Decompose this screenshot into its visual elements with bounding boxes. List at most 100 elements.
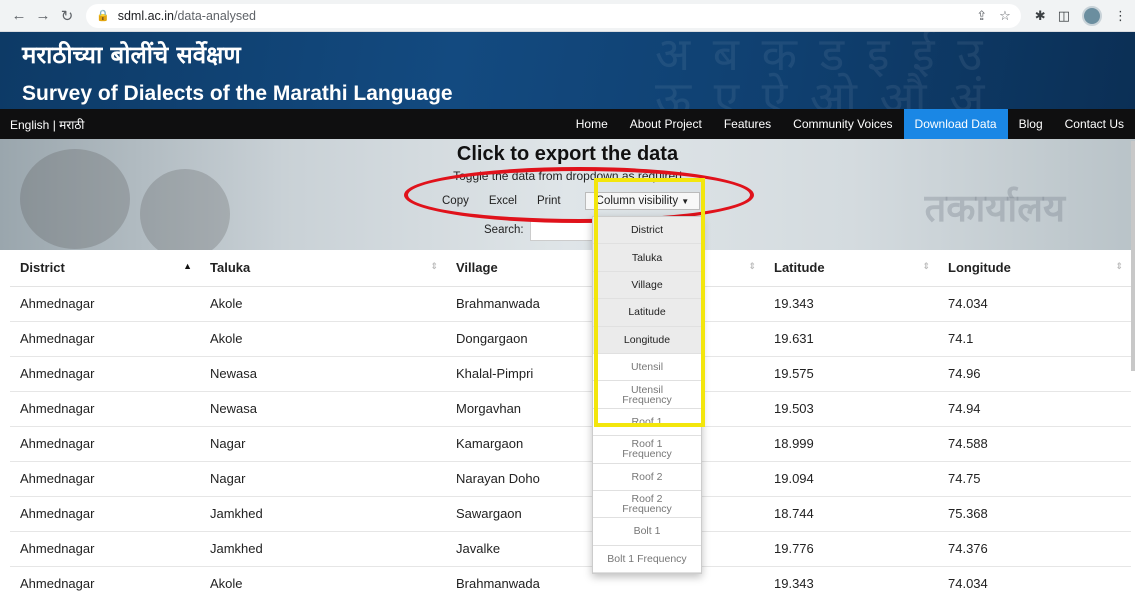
cell-latitude: 19.343: [764, 565, 938, 601]
header-village[interactable]: Village: [446, 250, 574, 287]
option-label: Bolt 1 Frequency: [607, 552, 687, 565]
cell-village: Morgavhan: [446, 390, 574, 426]
cell-district: Ahmednagar: [10, 565, 200, 601]
cell-district: Ahmednagar: [10, 530, 200, 566]
cell-latitude: 19.575: [764, 355, 938, 391]
column-toggle-roof-1-frequency[interactable]: Roof 1 Frequency: [593, 436, 701, 464]
table-row: Ahmednagar Akole Brahmanwada 19.343 74.034: [10, 285, 1131, 321]
cell-taluka: Akole: [200, 565, 446, 601]
site-title-english: Survey of Dialects of the Marathi Langua…: [22, 82, 453, 105]
language-switcher[interactable]: English | मराठी: [0, 116, 84, 133]
cell-longitude: 74.94: [938, 390, 1131, 426]
header-label: Taluka: [210, 260, 251, 276]
cell-taluka: Jamkhed: [200, 495, 446, 531]
header-latitude[interactable]: Latitude ⇕: [764, 250, 938, 287]
table-row: Ahmednagar Jamkhed Javalke 19.776 74.376: [10, 530, 1131, 566]
header-longitude[interactable]: Longitude ⇕: [938, 250, 1131, 287]
url-host: sdml.ac.in: [117, 8, 174, 23]
search-label: Search:: [484, 224, 524, 236]
cell-latitude: 18.744: [764, 495, 938, 531]
cell-longitude: 74.1: [938, 320, 1131, 356]
cell-taluka: Akole: [200, 320, 446, 356]
table-row: Ahmednagar Akole Dongargaon 19.631 74.1: [10, 320, 1131, 356]
cell-taluka: Akole: [200, 285, 446, 321]
cell-village: Kamargaon: [446, 425, 574, 461]
address-bar[interactable]: 🔒 sdml.ac.in/data-analysed ⇪ ☆: [86, 3, 1021, 28]
browser-toolbar: ← → ↻ 🔒 sdml.ac.in/data-analysed ⇪ ☆ ✱ ◫ …: [0, 0, 1135, 32]
option-label: Bolt 1: [633, 525, 661, 538]
bookmark-star-icon[interactable]: ☆: [999, 8, 1011, 24]
nav-about-project[interactable]: About Project: [619, 109, 713, 139]
cell-longitude: 74.376: [938, 530, 1131, 566]
cell-village: Narayan Doho: [446, 460, 574, 496]
cell-taluka: Newasa: [200, 390, 446, 426]
lock-icon: 🔒: [96, 10, 110, 22]
table-row: Ahmednagar Newasa Morgavhan 19.503 74.94: [10, 390, 1131, 426]
site-title-marathi: मराठीच्या बोलींचे सर्वेक्षण: [22, 41, 241, 69]
cell-village: Brahmanwada: [446, 565, 574, 601]
cell-taluka: Jamkhed: [200, 530, 446, 566]
profile-avatar[interactable]: [1082, 5, 1102, 26]
header-taluka[interactable]: Taluka ⇕: [200, 250, 446, 287]
cell-district: Ahmednagar: [10, 390, 200, 426]
export-heading: Click to export the data: [456, 143, 679, 165]
cell-village: Brahmanwada: [446, 285, 574, 321]
cell-taluka: Newasa: [200, 355, 446, 391]
column-toggle-bolt-1-frequency[interactable]: Bolt 1 Frequency: [593, 545, 701, 574]
menu-kebab-icon[interactable]: ⋮: [1114, 8, 1127, 24]
forward-icon[interactable]: →: [32, 5, 54, 27]
table-row: Ahmednagar Nagar Narayan Doho 19.094 74.75: [10, 460, 1131, 496]
option-sublabel: Frequency: [622, 503, 672, 516]
nav-download-data[interactable]: Download Data: [903, 109, 1008, 139]
url-path: /data-analysed: [173, 8, 256, 23]
table-row: Ahmednagar Akole Brahmanwada 19.343 74.034: [10, 565, 1131, 601]
sort-icon: ⇕: [922, 261, 930, 271]
sort-icon: ⇕: [1115, 261, 1123, 271]
option-sublabel: Frequency: [622, 448, 672, 461]
cell-district: Ahmednagar: [10, 320, 200, 356]
cell-village: Javalke: [446, 530, 574, 566]
cell-village: Khalal-Pimpri: [446, 355, 574, 391]
header-label: District: [20, 260, 65, 276]
table-row: Ahmednagar Jamkhed Sawargaon 18.744 75.368: [10, 495, 1131, 531]
nav-contact-us[interactable]: Contact Us: [1054, 109, 1135, 139]
back-icon[interactable]: ←: [8, 5, 30, 27]
reload-icon[interactable]: ↻: [56, 5, 78, 27]
data-table: District ▲ Taluka ⇕ Village ⇕ Latitude ⇕ Lo…: [10, 250, 1131, 601]
cell-longitude: 74.034: [938, 285, 1131, 321]
cell-latitude: 19.631: [764, 320, 938, 356]
cell-longitude: 74.75: [938, 460, 1131, 496]
cell-latitude: 19.503: [764, 390, 938, 426]
nav-blog[interactable]: Blog: [1008, 109, 1054, 139]
cell-longitude: 74.96: [938, 355, 1131, 391]
side-panel-icon[interactable]: ◫: [1058, 8, 1070, 24]
page-scrollbar[interactable]: [1131, 141, 1135, 371]
header-district[interactable]: District ▲: [10, 250, 200, 287]
table-row: Ahmednagar Newasa Khalal-Pimpri 19.575 74.96: [10, 355, 1131, 391]
option-label: Roof 2: [631, 470, 663, 483]
column-toggle-bolt-1[interactable]: Bolt 1: [593, 518, 701, 546]
cell-district: Ahmednagar: [10, 495, 200, 531]
extensions-icon[interactable]: ✱: [1035, 8, 1046, 24]
nav-home[interactable]: Home: [565, 109, 619, 139]
sort-icon: ⇕: [748, 261, 756, 271]
cell-latitude: 19.343: [764, 285, 938, 321]
cell-longitude: 74.034: [938, 565, 1131, 601]
site-banner: अ ब क ड इ ई उऊ ए ऐ ओ औ अं मराठीच्या बोली…: [0, 32, 1135, 109]
share-icon[interactable]: ⇪: [976, 8, 987, 24]
cell-latitude: 19.776: [764, 530, 938, 566]
nav-features[interactable]: Features: [713, 109, 782, 139]
column-toggle-roof-2-frequency[interactable]: Roof 2 Frequency: [593, 490, 701, 519]
header-label: Latitude: [774, 260, 825, 276]
hero-background-signboard: तकार्यालय: [924, 186, 1065, 230]
main-nav: English | मराठी Home About Project Featu…: [0, 109, 1135, 139]
cell-taluka: Nagar: [200, 425, 446, 461]
nav-community-voices[interactable]: Community Voices: [782, 109, 903, 139]
sort-icon: ⇕: [430, 261, 438, 271]
cell-district: Ahmednagar: [10, 285, 200, 321]
cell-latitude: 19.094: [764, 460, 938, 496]
cell-village: Dongargaon: [446, 320, 574, 356]
column-toggle-roof-2[interactable]: Roof 2: [593, 463, 701, 491]
table-header-row: District ▲ Taluka ⇕ Village ⇕ Latitude ⇕ Lo…: [10, 250, 1131, 287]
cell-district: Ahmednagar: [10, 355, 200, 391]
